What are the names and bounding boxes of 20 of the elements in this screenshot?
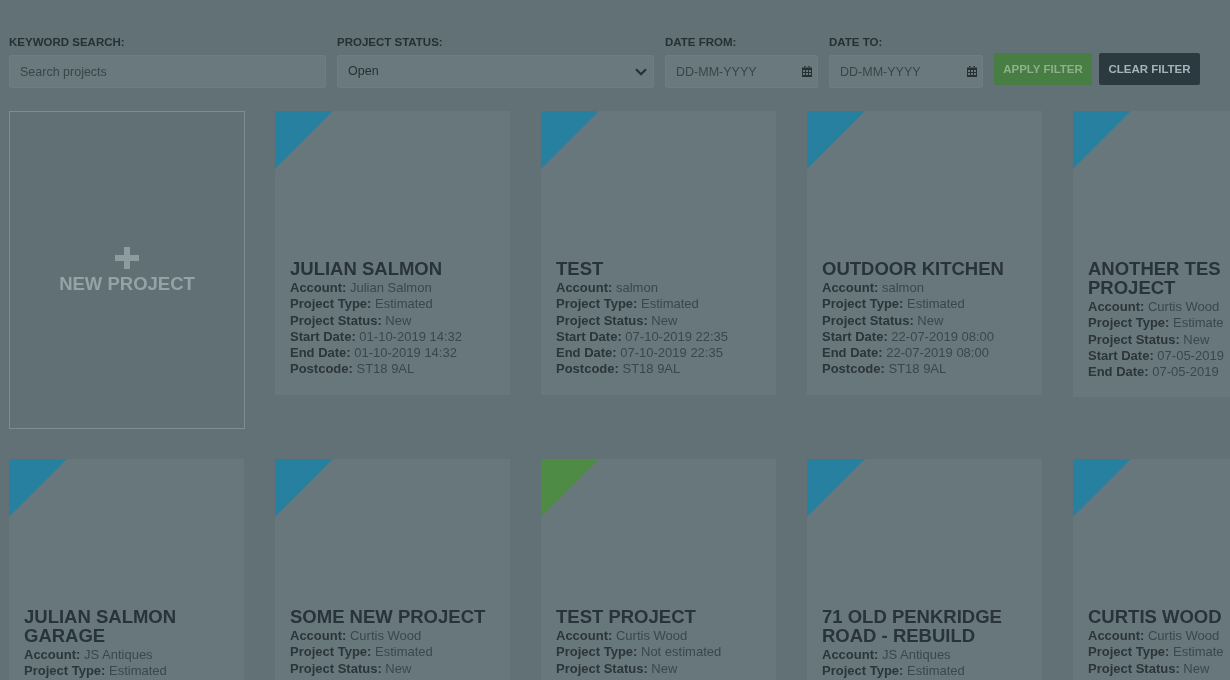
- plus-icon: [115, 246, 139, 269]
- project-title: OUTDOOR KITCHEN: [822, 259, 1005, 278]
- chevron-down-icon: [635, 67, 647, 76]
- apply-filter-button[interactable]: APPLY FILTER: [994, 53, 1092, 85]
- clear-filter-button[interactable]: CLEAR FILTER: [1099, 53, 1200, 85]
- project-title: CURTIS WOOD: [1088, 607, 1223, 626]
- project-title: SOME NEW PROJECT: [290, 607, 487, 626]
- project-title: TEST: [556, 259, 605, 278]
- project-title: JULIAN SALMON GARAGE: [24, 607, 178, 645]
- field-label: DATE TO:: [829, 35, 884, 49]
- calendar-icon: [967, 66, 977, 77]
- project-title: TEST PROJECT: [556, 607, 697, 626]
- project-title: ANOTHER TES PROJECT: [1088, 259, 1222, 297]
- project-title: JULIAN SALMON: [290, 259, 444, 278]
- field-label: PROJECT STATUS:: [337, 35, 444, 49]
- status-dropdown[interactable]: Open: [337, 55, 654, 88]
- field-label: DATE FROM:: [665, 35, 738, 49]
- field-label: KEYWORD SEARCH:: [9, 35, 126, 49]
- calendar-icon: [802, 66, 812, 77]
- project-title: 71 OLD PENKRIDGE ROAD - REBUILD: [822, 607, 1003, 645]
